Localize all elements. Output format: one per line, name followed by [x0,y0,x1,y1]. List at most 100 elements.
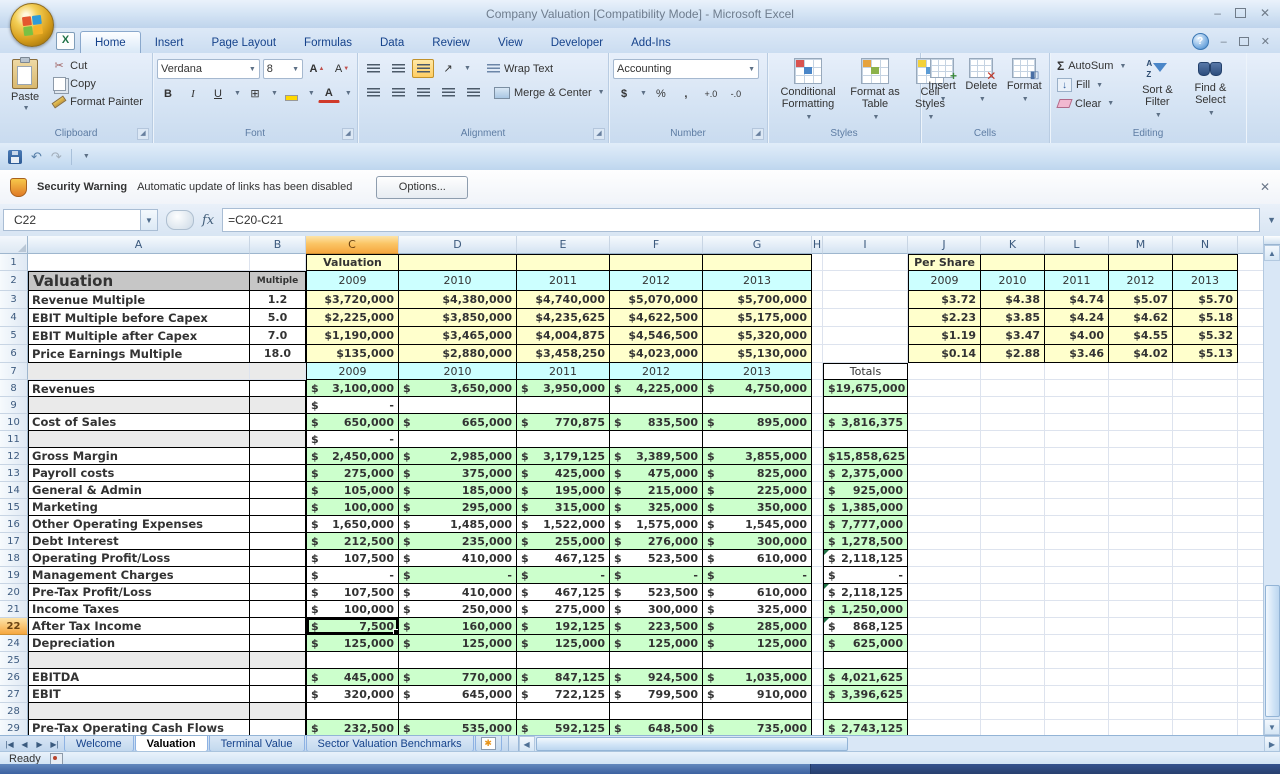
cell-E11[interactable] [517,431,610,448]
cell-L27[interactable] [1045,686,1109,703]
cell-A3[interactable]: Revenue Multiple [28,291,250,309]
cell-B10[interactable] [250,414,306,431]
cell-M24[interactable] [1109,635,1173,652]
cell-X27[interactable] [1238,686,1264,703]
cell-N6[interactable]: $5.13 [1173,345,1238,363]
cell-A27[interactable]: EBIT [28,686,250,703]
cell-F5[interactable]: $4,546,500 [610,327,703,345]
minimize-workbook-button[interactable]: – [1221,36,1227,48]
column-header-E[interactable]: E [517,236,610,254]
cell-A15[interactable]: Marketing [28,499,250,516]
cell-A16[interactable]: Other Operating Expenses [28,516,250,533]
row-header-15[interactable]: 15 [0,499,28,516]
cell-D27[interactable]: $645,000 [399,686,517,703]
cell-N27[interactable] [1173,686,1238,703]
row-header-19[interactable]: 19 [0,567,28,584]
clear-button[interactable]: Clear▼ [1054,96,1129,111]
options-button[interactable]: Options... [376,176,468,199]
cell-D22[interactable]: $160,000 [399,618,517,635]
column-header-A[interactable]: A [28,236,250,254]
cell-D25[interactable] [399,652,517,669]
cell-G15[interactable]: $350,000 [703,499,812,516]
cell-J3[interactable]: $3.72 [908,291,981,309]
close-workbook-button[interactable]: ✕ [1261,35,1270,48]
cell-X1[interactable] [1238,254,1264,271]
cell-C19[interactable]: $- [306,567,399,584]
cell-A11[interactable] [28,431,250,448]
horizontal-scroll-thumb[interactable] [536,737,848,751]
cell-D19[interactable]: $- [399,567,517,584]
tab-review[interactable]: Review [418,32,484,53]
paste-button[interactable]: Paste ▼ [4,57,46,114]
cell-K7[interactable] [981,363,1045,380]
tab-page-layout[interactable]: Page Layout [197,32,290,53]
cell-I28[interactable] [823,703,908,720]
cell-G29[interactable]: $735,000 [703,720,812,735]
cell-K17[interactable] [981,533,1045,550]
cell-G14[interactable]: $225,000 [703,482,812,499]
name-box-dropdown[interactable]: ▼ [141,209,158,231]
cell-E26[interactable]: $847,125 [517,669,610,686]
cell-D24[interactable]: $125,000 [399,635,517,652]
row-header-3[interactable]: 3 [0,291,28,309]
decrease-decimal-button[interactable]: -.0 [725,84,747,103]
cell-I14[interactable]: $925,000 [823,482,908,499]
cell-G26[interactable]: $1,035,000 [703,669,812,686]
row-header-27[interactable]: 27 [0,686,28,703]
cell-E28[interactable] [517,703,610,720]
cell-K8[interactable] [981,380,1045,397]
cell-M7[interactable] [1109,363,1173,380]
cell-B2[interactable]: Multiple [250,271,306,291]
cell-I16[interactable]: $7,777,000 [823,516,908,533]
cell-G1[interactable] [703,254,812,271]
cell-F20[interactable]: $523,500 [610,584,703,601]
cell-H12[interactable] [812,448,823,465]
cell-F27[interactable]: $799,500 [610,686,703,703]
cell-J19[interactable] [908,567,981,584]
cell-J29[interactable] [908,720,981,735]
column-header-I[interactable]: I [823,236,908,254]
middle-align-button[interactable] [387,59,409,78]
cell-I15[interactable]: $1,385,000 [823,499,908,516]
cell-D9[interactable] [399,397,517,414]
cell-M3[interactable]: $5.07 [1109,291,1173,309]
cell-C2[interactable]: 2009 [306,271,399,291]
cell-N13[interactable] [1173,465,1238,482]
font-dialog-launcher[interactable]: ◢ [342,128,354,140]
cell-K12[interactable] [981,448,1045,465]
restore-window-button[interactable] [1235,8,1246,18]
cell-B3[interactable]: 1.2 [250,291,306,309]
cell-J17[interactable] [908,533,981,550]
cell-X3[interactable] [1238,291,1264,309]
cell-E16[interactable]: $1,522,000 [517,516,610,533]
cell-D5[interactable]: $3,465,000 [399,327,517,345]
column-header-B[interactable]: B [250,236,306,254]
row-header-12[interactable]: 12 [0,448,28,465]
cell-B18[interactable] [250,550,306,567]
cell-L5[interactable]: $4.00 [1045,327,1109,345]
cell-F10[interactable]: $835,500 [610,414,703,431]
tab-developer[interactable]: Developer [537,32,617,53]
cell-C17[interactable]: $212,500 [306,533,399,550]
cell-I3[interactable] [823,291,908,309]
cell-B6[interactable]: 18.0 [250,345,306,363]
sort-filter-button[interactable]: AZ Sort & Filter▼ [1132,57,1182,123]
cell-H10[interactable] [812,414,823,431]
cell-D7[interactable]: 2010 [399,363,517,380]
cell-L4[interactable]: $4.24 [1045,309,1109,327]
cell-M15[interactable] [1109,499,1173,516]
cell-F25[interactable] [610,652,703,669]
cell-G3[interactable]: $5,700,000 [703,291,812,309]
cell-G8[interactable]: $4,750,000 [703,380,812,397]
cell-N11[interactable] [1173,431,1238,448]
bottom-align-button[interactable] [412,59,434,78]
cell-M4[interactable]: $4.62 [1109,309,1173,327]
cell-M10[interactable] [1109,414,1173,431]
scroll-down-button[interactable]: ▼ [1264,719,1280,735]
cell-M16[interactable] [1109,516,1173,533]
cell-J22[interactable] [908,618,981,635]
cell-N7[interactable] [1173,363,1238,380]
shrink-font-button[interactable]: A▼ [331,60,353,79]
comma-style-button[interactable]: , [675,84,697,103]
cell-F13[interactable]: $475,000 [610,465,703,482]
